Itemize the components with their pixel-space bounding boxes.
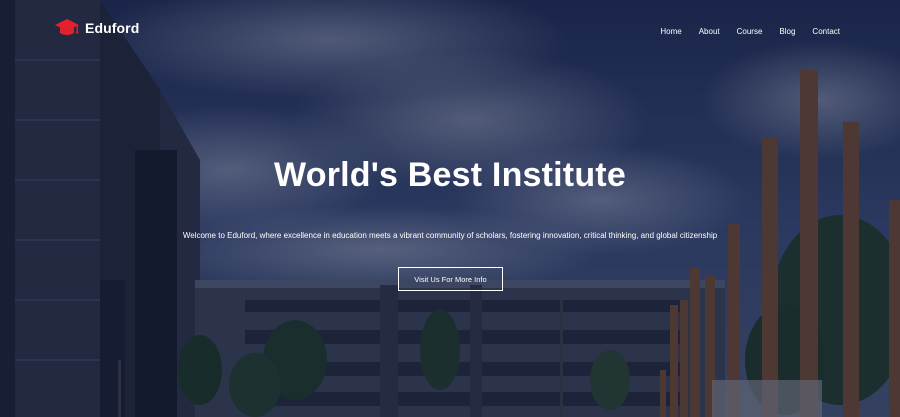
nav-item-contact[interactable]: Contact [812, 27, 840, 36]
brand-logo[interactable]: Eduford [54, 17, 139, 39]
brand-name: Eduford [85, 20, 140, 36]
graduation-cap-icon [55, 19, 79, 35]
navbar: Eduford Home About Course Blog Contact [0, 0, 900, 60]
hero-section: Eduford Home About Course Blog Contact W… [0, 0, 900, 417]
nav-item-home[interactable]: Home [660, 27, 681, 36]
visit-info-button[interactable]: Visit Us For More Info [398, 267, 503, 291]
nav-menu: Home About Course Blog Contact [660, 27, 840, 36]
nav-item-blog[interactable]: Blog [779, 27, 795, 36]
hero-subtitle: Welcome to Eduford, where excellence in … [182, 231, 718, 240]
nav-item-course[interactable]: Course [737, 27, 763, 36]
hero-title: World's Best Institute [274, 156, 626, 194]
nav-item-about[interactable]: About [699, 27, 720, 36]
hero-overlay [0, 0, 900, 417]
